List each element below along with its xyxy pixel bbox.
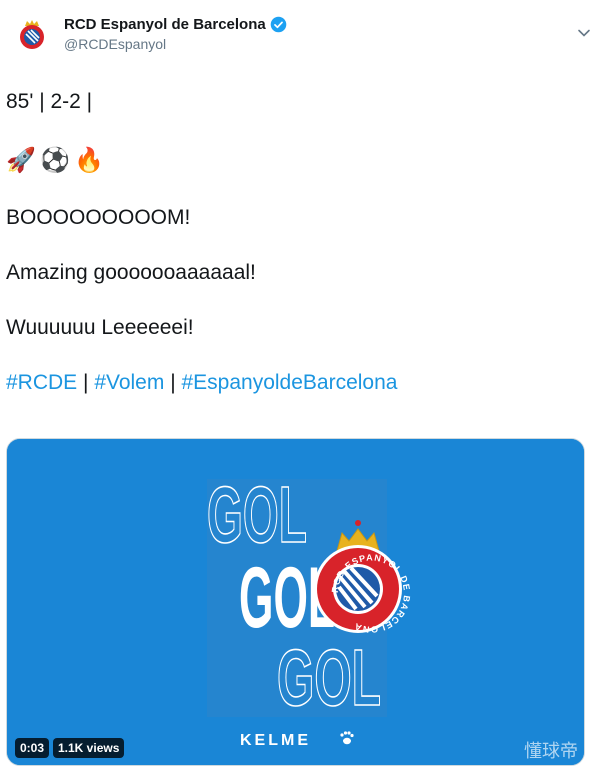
tweet-header: RCD Espanyol de Barcelona @RCDEspanyol <box>12 14 287 54</box>
emoji-row: 🚀 ⚽ 🔥 <box>6 146 586 176</box>
hashtag-separator: | <box>164 371 182 394</box>
video-player[interactable]: GOL GOL GOL RCD ESPANYOL DE BARCELONA KE… <box>6 438 585 766</box>
gol-outline-top: GOL <box>207 470 307 559</box>
kelme-sponsor: KELME <box>240 732 311 749</box>
espanyol-crest-icon <box>13 15 51 53</box>
rocket-icon: 🚀 <box>6 147 36 174</box>
video-time-badge: 0:03 <box>15 738 50 758</box>
hashtag-espanyoldebarcelona[interactable]: #EspanyoldeBarcelona <box>181 371 397 394</box>
boom-line: BOOOOOOOOOM! <box>6 206 191 229</box>
hashtag-separator: | <box>77 371 95 394</box>
fire-icon: 🔥 <box>74 147 104 174</box>
watermark-text: 懂球帝 <box>524 741 578 762</box>
video-views-badge: 1.1K views <box>53 738 125 758</box>
video-frame: GOL GOL GOL RCD ESPANYOL DE BARCELONA KE… <box>7 439 584 765</box>
avatar[interactable] <box>12 14 52 54</box>
score-line: 85' | 2-2 | <box>6 90 93 113</box>
soccer-ball-icon: ⚽ <box>40 147 70 174</box>
chevron-down-icon[interactable] <box>577 26 591 40</box>
hashtag-rcde[interactable]: #RCDE <box>6 371 77 394</box>
hashtag-volem[interactable]: #Volem <box>94 371 164 394</box>
verified-badge-icon <box>270 16 287 33</box>
tweet-text: 85' | 2-2 | 🚀 ⚽ 🔥 BOOOOOOOOOM! Amazing g… <box>6 89 586 396</box>
tweet-card: RCD Espanyol de Barcelona @RCDEspanyol 8… <box>0 0 605 784</box>
leei-line: Wuuuuuu Leeeeeei! <box>6 316 194 339</box>
goal-line: Amazing gooooooaaaaaal! <box>6 261 256 284</box>
hashtag-line: #RCDE | #Volem | #EspanyoldeBarcelona <box>6 370 586 396</box>
account-name[interactable]: RCD Espanyol de Barcelona <box>64 16 266 33</box>
gol-outline-bottom: GOL <box>277 633 381 722</box>
account-handle[interactable]: @RCDEspanyol <box>64 36 287 52</box>
